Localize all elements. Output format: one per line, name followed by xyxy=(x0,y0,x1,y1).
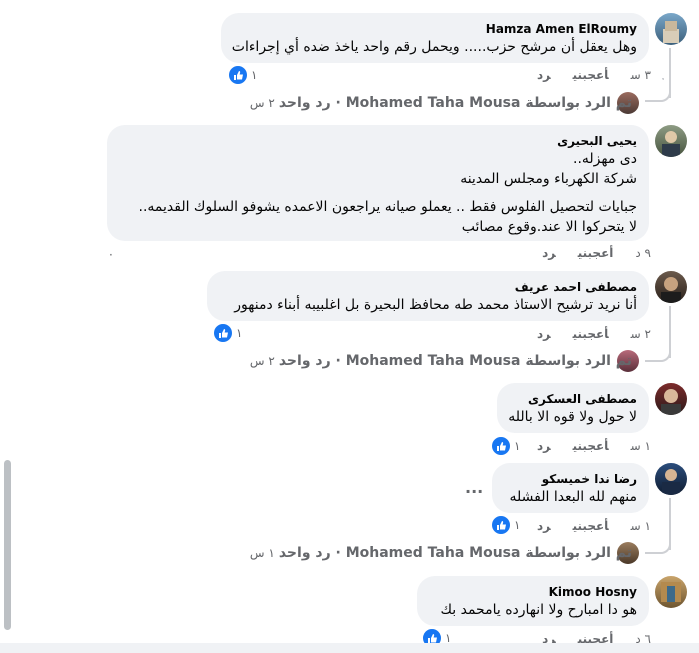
comment-actions: ٣ س أعجبني رد xyxy=(515,68,651,82)
avatar[interactable] xyxy=(655,576,687,608)
comment-time[interactable]: ٣ س xyxy=(631,68,651,82)
comment-text xyxy=(119,189,637,197)
comment-bubble: مصطفى العسكرى لا حول ولا قوه الا بالله xyxy=(497,383,649,433)
reply-button[interactable]: رد xyxy=(537,519,551,533)
avatar[interactable] xyxy=(655,125,687,157)
comment-author[interactable]: Kimoo Hosny xyxy=(429,584,637,600)
view-replies-link[interactable]: تم الرد بواسطة Mohamed Taha Mousa · رد و… xyxy=(250,95,632,111)
view-replies-link[interactable]: تم الرد بواسطة Mohamed Taha Mousa · رد و… xyxy=(250,353,632,369)
comment-author[interactable]: Hamza Amen ElRoumy xyxy=(233,21,637,37)
avatar-image-icon xyxy=(661,582,681,602)
avatar[interactable] xyxy=(655,13,687,45)
thread-line xyxy=(662,78,664,80)
thread-connector xyxy=(645,538,671,554)
avatar-image-icon xyxy=(662,469,680,495)
like-button[interactable]: أعجبني xyxy=(573,327,609,341)
comment-text: لا يتحركوا الا عند.وقوع مصائب xyxy=(461,219,637,235)
comment-author[interactable]: يحيى البحيرى xyxy=(119,133,637,149)
comment-time[interactable]: ٩ د xyxy=(635,246,651,260)
thread-connector xyxy=(645,346,671,362)
more-options-button[interactable]: ... xyxy=(465,478,483,497)
reply-button[interactable]: رد xyxy=(537,68,551,82)
comment-author[interactable]: مصطفى احمد عريف xyxy=(219,279,637,295)
view-replies-link[interactable]: تم الرد بواسطة Mohamed Taha Mousa · رد و… xyxy=(250,545,632,561)
avatar-image-icon xyxy=(661,389,681,415)
comment-actions: ٩ د أعجبني رد xyxy=(520,246,651,260)
comment-actions: ١ س أعجبني رد xyxy=(515,519,651,533)
like-button[interactable]: أعجبني xyxy=(573,68,609,82)
comment-text: منهم لله البعدا الفشله xyxy=(509,489,638,505)
comment-text: وهل يعقل أن مرشح حزب..... ويحمل رقم واحد… xyxy=(231,39,637,55)
like-reaction-icon xyxy=(490,514,512,536)
comment-text: أنا نريد ترشيح الاستاذ محمد طه محافظ الب… xyxy=(234,297,637,313)
comment-bubble: يحيى البحيرى دى مهزله.. شركة الكهرباء وم… xyxy=(107,125,649,241)
comment-bubble: Hamza Amen ElRoumy وهل يعقل أن مرشح حزب.… xyxy=(221,13,649,63)
vertical-scrollbar[interactable] xyxy=(4,460,11,630)
comment-bubble: Kimoo Hosny هو دا امبارح ولا انهارده يام… xyxy=(417,576,649,626)
comment-text: هو دا امبارح ولا انهارده يامحمد بك xyxy=(440,602,637,618)
comment-text: لا حول ولا قوه الا بالله xyxy=(508,409,637,425)
like-reaction-icon xyxy=(212,322,234,344)
comment-text: دى مهزله.. xyxy=(573,151,637,167)
comment-text: جبايات لتحصيل الفلوس فقط .. يعملو صيانه … xyxy=(138,199,638,215)
comment-time[interactable]: ١ س xyxy=(631,519,651,533)
reply-button[interactable]: رد xyxy=(537,327,551,341)
reply-button[interactable]: رد xyxy=(542,246,556,260)
reaction-count: ١ xyxy=(236,326,243,340)
like-button[interactable]: أعجبني xyxy=(573,439,609,453)
like-reaction-icon xyxy=(490,435,512,457)
like-reaction-icon xyxy=(227,64,249,86)
comment-author[interactable]: مصطفى العسكرى xyxy=(509,391,637,407)
reaction-summary[interactable]: ١ xyxy=(212,322,243,344)
comment-actions: ١ س أعجبني رد xyxy=(515,439,651,453)
comment-actions: ٢ س أعجبني رد xyxy=(515,327,651,341)
comment-bubble: رضا ندا خميسكو منهم لله البعدا الفشله xyxy=(492,463,649,513)
reaction-count: ١ xyxy=(251,68,258,82)
reaction-summary[interactable]: ١ xyxy=(227,64,258,86)
avatar-image-icon xyxy=(661,277,681,303)
avatar-image-icon xyxy=(662,131,680,157)
avatar[interactable] xyxy=(655,383,687,415)
avatar[interactable] xyxy=(655,463,687,495)
thread-connector xyxy=(645,86,671,102)
avatar[interactable] xyxy=(655,271,687,303)
horizontal-scrollbar-track[interactable] xyxy=(0,643,699,653)
comment-author[interactable]: رضا ندا خميسكو xyxy=(504,471,637,487)
comment-time[interactable]: ٢ س xyxy=(631,327,651,341)
like-button[interactable]: أعجبني xyxy=(573,519,609,533)
comment-time[interactable]: ١ س xyxy=(631,439,651,453)
avatar-image-icon xyxy=(663,21,679,43)
dot-marker: · xyxy=(109,248,113,262)
comment-bubble: مصطفى احمد عريف أنا نريد ترشيح الاستاذ م… xyxy=(207,271,649,321)
reply-button[interactable]: رد xyxy=(537,439,551,453)
like-button[interactable]: أعجبني xyxy=(578,246,614,260)
comment-text: شركة الكهرباء ومجلس المدينه xyxy=(460,171,637,187)
